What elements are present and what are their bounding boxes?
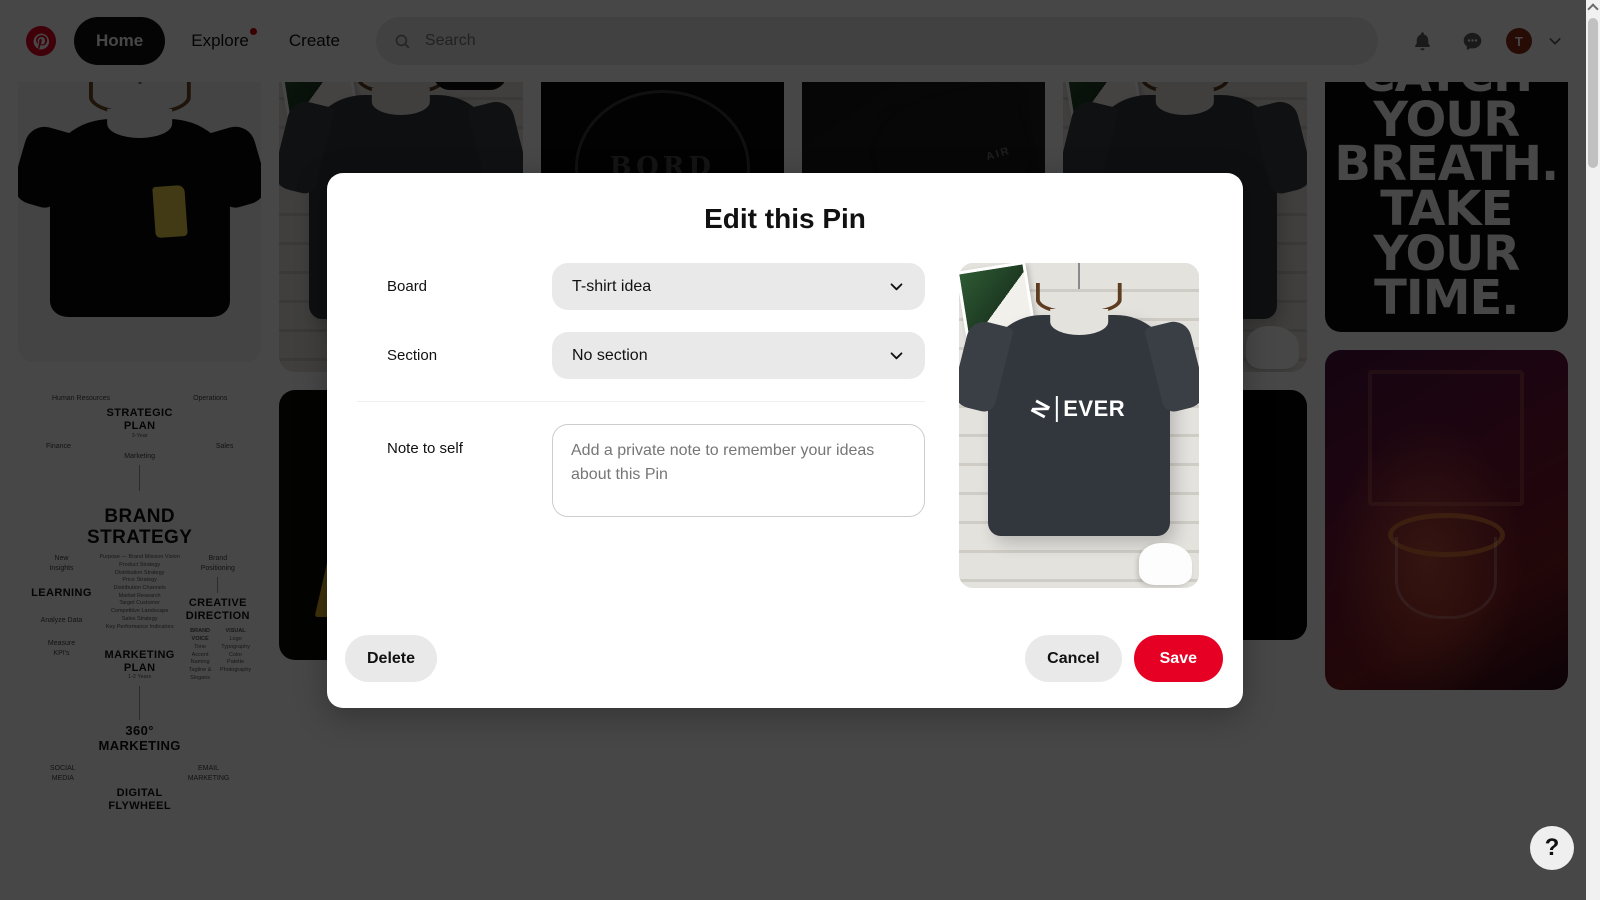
modal-footer: Delete Cancel Save bbox=[327, 635, 1243, 708]
page-scrollbar[interactable] bbox=[1586, 0, 1600, 900]
form-divider bbox=[357, 401, 925, 402]
note-to-self-label: Note to self bbox=[387, 440, 463, 457]
shirt-text-right: EVER bbox=[1063, 396, 1126, 422]
section-field-row: Section No section bbox=[357, 332, 925, 379]
cancel-button[interactable]: Cancel bbox=[1025, 635, 1122, 682]
section-selected-value: No section bbox=[572, 346, 648, 364]
board-select[interactable]: T-shirt idea bbox=[552, 263, 925, 310]
pin-preview-artwork: N EVER bbox=[959, 263, 1199, 588]
edit-pin-modal: Edit this Pin Board T-shirt idea Section bbox=[327, 173, 1243, 708]
board-label: Board bbox=[387, 278, 428, 295]
chevron-down-icon bbox=[890, 283, 903, 291]
section-label: Section bbox=[387, 347, 438, 364]
note-field-row: Note to self bbox=[357, 424, 925, 517]
pin-preview-image: N EVER bbox=[959, 263, 1199, 588]
board-selected-value: T-shirt idea bbox=[572, 277, 652, 295]
edit-pin-form: Board T-shirt idea Section No section No… bbox=[357, 263, 925, 635]
note-to-self-input[interactable] bbox=[552, 424, 925, 517]
chevron-down-icon bbox=[890, 352, 903, 360]
section-select[interactable]: No section bbox=[552, 332, 925, 379]
modal-title: Edit this Pin bbox=[704, 203, 866, 234]
footer-actions: Cancel Save bbox=[1025, 635, 1223, 682]
pinterest-app: Home Explore Create bbox=[0, 0, 1600, 900]
scroll-up-arrow-icon[interactable] bbox=[1587, 3, 1599, 15]
scrollbar-thumb[interactable] bbox=[1588, 18, 1598, 168]
save-button[interactable]: Save bbox=[1133, 635, 1223, 682]
board-field-row: Board T-shirt idea bbox=[357, 263, 925, 310]
delete-button[interactable]: Delete bbox=[345, 635, 438, 682]
help-button[interactable]: ? bbox=[1530, 826, 1574, 870]
modal-body: Board T-shirt idea Section No section No… bbox=[327, 235, 1243, 635]
